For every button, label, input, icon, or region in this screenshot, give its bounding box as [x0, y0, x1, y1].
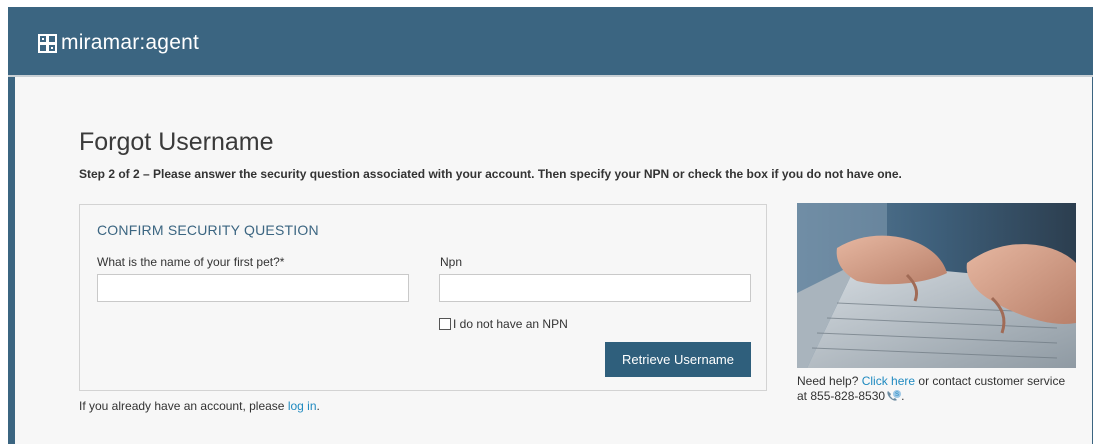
help-suffix: .: [901, 389, 905, 403]
npn-label: Npn: [440, 255, 463, 269]
no-npn-checkbox[interactable]: [439, 318, 451, 330]
login-prompt-text: If you already have an account, please: [79, 399, 288, 413]
app-header: miramar:agent: [8, 7, 1093, 77]
section-title: CONFIRM SECURITY QUESTION: [97, 222, 319, 238]
security-question-label: What is the name of your first pet?*: [97, 255, 285, 269]
help-prefix: Need help?: [797, 374, 862, 388]
security-answer-input[interactable]: [97, 274, 409, 302]
svg-text:S: S: [895, 392, 899, 398]
no-npn-option[interactable]: I do not have an NPN: [439, 317, 568, 331]
login-link[interactable]: log in: [288, 399, 317, 413]
security-question-card: CONFIRM SECURITY QUESTION What is the na…: [79, 204, 767, 391]
logo-grid-icon: [38, 33, 57, 53]
login-prompt: If you already have an account, please l…: [79, 399, 320, 413]
retrieve-username-button[interactable]: Retrieve Username: [605, 342, 751, 377]
page-title: Forgot Username: [79, 128, 274, 156]
phone-icon[interactable]: S: [885, 389, 902, 403]
laptop-photo: [797, 203, 1076, 368]
help-text: Need help? Click here or contact custome…: [797, 374, 1077, 404]
brand-name: miramar:agent: [61, 31, 199, 54]
help-link[interactable]: Click here: [862, 374, 915, 388]
login-prompt-suffix: .: [316, 399, 320, 413]
npn-input[interactable]: [439, 274, 751, 302]
step-instructions: Step 2 of 2 – Please answer the security…: [79, 167, 902, 181]
no-npn-label: I do not have an NPN: [453, 317, 568, 331]
brand-logo[interactable]: miramar:agent: [38, 30, 199, 56]
